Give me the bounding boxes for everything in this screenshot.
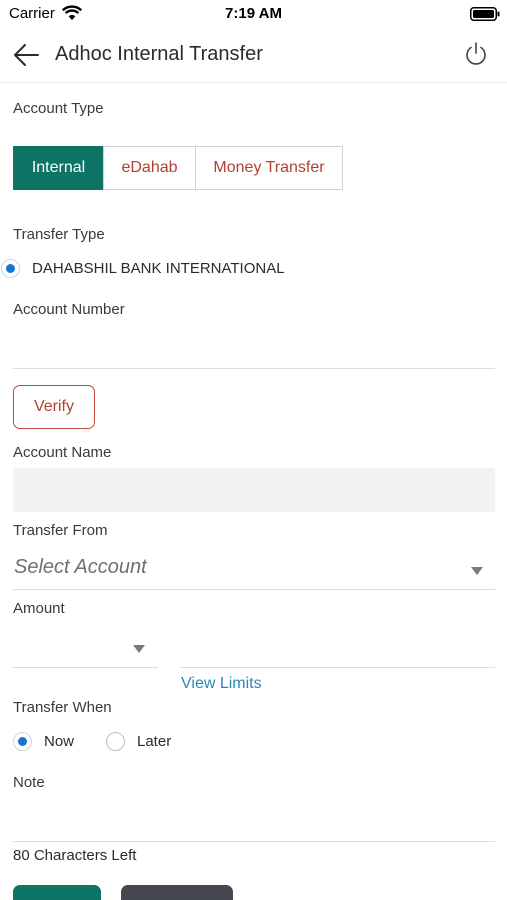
status-time: 7:19 AM xyxy=(225,5,282,22)
battery-icon xyxy=(470,7,500,21)
transfer-type-option: DAHABSHIL BANK INTERNATIONAL xyxy=(32,260,285,277)
account-number-label: Account Number xyxy=(13,301,125,318)
status-bar: Carrier 7:19 AM xyxy=(0,0,507,28)
page-title: Adhoc Internal Transfer xyxy=(55,43,263,65)
currency-dropdown-icon[interactable] xyxy=(133,645,145,653)
radio-later-label: Later xyxy=(137,733,172,750)
note-input[interactable] xyxy=(13,841,495,842)
amount-label: Amount xyxy=(13,600,65,617)
cancel-button[interactable] xyxy=(121,885,233,900)
segment-money-transfer[interactable]: Money Transfer xyxy=(195,146,343,190)
transfer-when-label: Transfer When xyxy=(13,699,112,716)
transfer-from-underline xyxy=(13,589,495,590)
power-icon[interactable] xyxy=(463,41,489,67)
radio-later[interactable] xyxy=(106,732,125,751)
note-label: Note xyxy=(13,774,45,791)
radio-now[interactable] xyxy=(13,732,32,751)
account-number-input[interactable] xyxy=(13,368,495,369)
transfer-from-select[interactable]: Select Account xyxy=(14,556,147,579)
segment-edahab[interactable]: eDahab xyxy=(103,146,196,190)
transfer-from-label: Transfer From xyxy=(13,522,108,539)
account-name-field xyxy=(13,468,495,512)
view-limits-link[interactable]: View Limits xyxy=(181,675,262,693)
verify-button[interactable]: Verify xyxy=(13,385,95,429)
characters-left: 80 Characters Left xyxy=(13,847,137,864)
transfer-type-radio[interactable] xyxy=(1,259,20,278)
app-header: Adhoc Internal Transfer xyxy=(0,28,507,83)
amount-input[interactable] xyxy=(181,667,495,668)
account-type-label: Account Type xyxy=(13,100,104,117)
transfer-type-label: Transfer Type xyxy=(13,226,105,243)
chevron-down-icon[interactable] xyxy=(471,567,483,575)
radio-now-label: Now xyxy=(44,733,75,750)
submit-button[interactable] xyxy=(13,885,101,900)
back-arrow-icon[interactable] xyxy=(12,42,40,68)
currency-select[interactable] xyxy=(13,667,158,668)
account-name-label: Account Name xyxy=(13,444,112,461)
segment-internal[interactable]: Internal xyxy=(13,146,104,190)
